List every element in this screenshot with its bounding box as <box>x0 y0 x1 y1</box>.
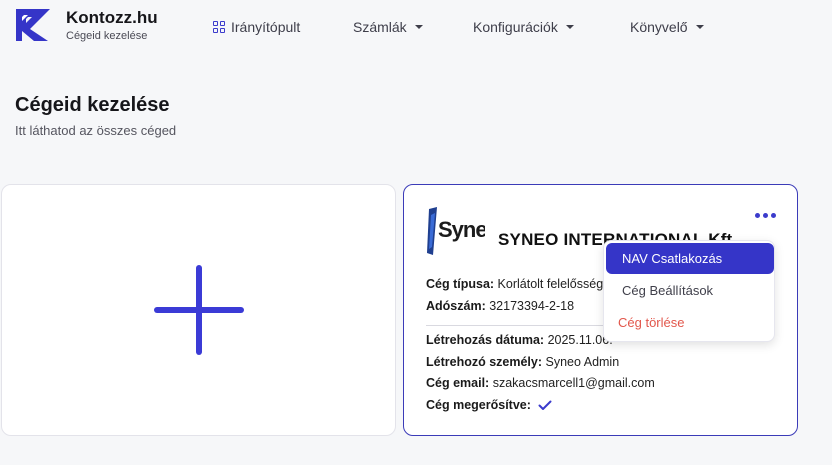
add-company-card[interactable] <box>1 184 396 436</box>
brand-subtitle: Cégeid kezelése <box>66 30 148 42</box>
kontozz-logo-icon[interactable] <box>14 7 52 43</box>
created-date-row: Létrehozás dátuma: 2025.11.06. <box>426 333 613 347</box>
company-type-label: Cég típusa: <box>426 277 495 291</box>
nav-accountant-label: Könyvelő <box>630 19 688 35</box>
syneo-logo-icon: Syneo <box>425 205 485 257</box>
caret-down-icon <box>414 25 423 29</box>
nav-dashboard-label: Irányítópult <box>231 19 301 35</box>
tax-number-value: 32173394-2-18 <box>489 299 575 313</box>
tax-number-row: Adószám: 32173394-2-18 <box>426 299 574 313</box>
nav-configurations-label: Konfigurációk <box>473 19 558 35</box>
nav-invoices-label: Számlák <box>353 19 407 35</box>
more-options-icon[interactable] <box>755 213 776 218</box>
verified-label: Cég megerősítve: <box>426 398 531 412</box>
menu-item-delete-company[interactable]: Cég törlése <box>606 307 774 338</box>
email-row: Cég email: szakacsmarcell1@gmail.com <box>426 376 655 390</box>
creator-label: Létrehozó személy: <box>426 355 543 369</box>
divider <box>426 325 626 326</box>
email-value: szakacsmarcell1@gmail.com <box>492 376 655 390</box>
email-label: Cég email: <box>426 376 490 390</box>
page-title: Cégeid kezelése <box>15 94 170 116</box>
top-navbar: Kontozz.hu Cégeid kezelése Irányítópult … <box>0 0 832 56</box>
nav-accountant[interactable]: Könyvelő <box>630 19 704 35</box>
menu-item-nav-connect[interactable]: NAV Csatlakozás <box>606 243 774 274</box>
nav-invoices[interactable]: Számlák <box>353 19 423 35</box>
company-type-value: Korlátolt felelősség <box>497 277 604 291</box>
check-icon <box>538 400 552 411</box>
company-type-row: Cég típusa: Korlátolt felelősség <box>426 277 603 291</box>
brand-name[interactable]: Kontozz.hu <box>66 8 158 28</box>
created-date-label: Létrehozás dátuma: <box>426 333 545 347</box>
svg-text:Syneo: Syneo <box>438 217 485 242</box>
nav-configurations[interactable]: Konfigurációk <box>473 19 574 35</box>
verified-row: Cég megerősítve: <box>426 398 552 412</box>
caret-down-icon <box>695 25 704 29</box>
company-options-menu: NAV Csatlakozás Cég Beállítások Cég törl… <box>603 240 775 342</box>
tax-number-label: Adószám: <box>426 299 486 313</box>
nav-dashboard[interactable]: Irányítópult <box>213 19 300 35</box>
page-subtitle: Itt láthatod az összes céged <box>15 123 177 138</box>
creator-value: Syneo Admin <box>545 355 620 369</box>
grid-icon <box>213 21 225 33</box>
creator-row: Létrehozó személy: Syneo Admin <box>426 355 619 369</box>
caret-down-icon <box>565 25 574 29</box>
menu-item-company-settings[interactable]: Cég Beállítások <box>606 275 774 306</box>
